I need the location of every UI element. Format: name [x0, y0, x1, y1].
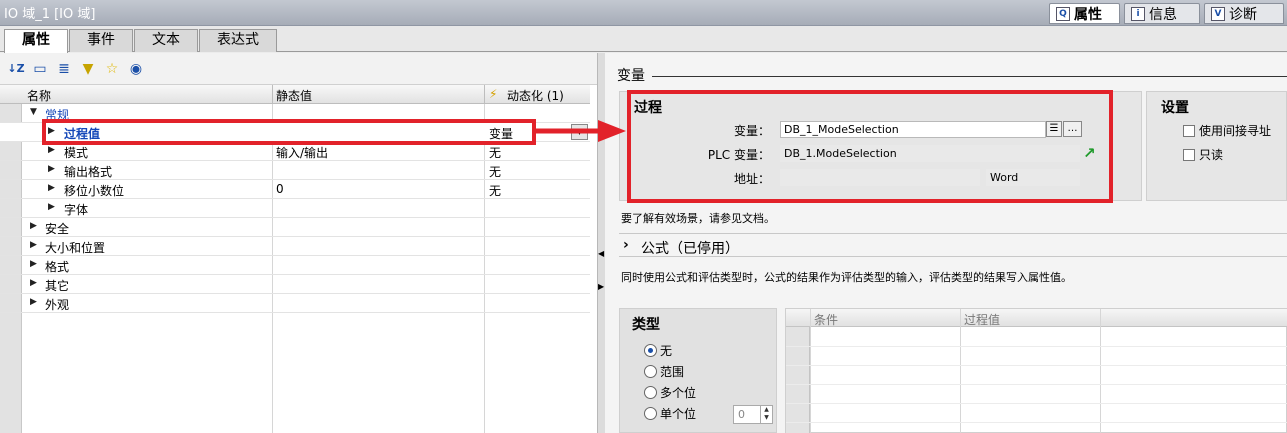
radio-multiple-bits[interactable]: 多个位: [644, 384, 696, 401]
dropdown-button[interactable]: ▼: [571, 124, 588, 140]
tab-texts[interactable]: 文本: [134, 29, 198, 52]
expand-arrow-icon[interactable]: ▶: [48, 164, 55, 174]
pane-splitter[interactable]: ◀ ▶: [597, 53, 605, 433]
condition-grid[interactable]: 条件 过程值: [785, 308, 1287, 433]
column-condition: 条件: [814, 313, 839, 327]
table-row[interactable]: ▶ 大小和位置: [0, 237, 590, 256]
radio-dot[interactable]: [644, 365, 657, 378]
main-tab-bar: 属性 事件 文本 表达式: [0, 26, 1287, 53]
type-header: 类型: [632, 317, 660, 333]
radio-dot[interactable]: [644, 386, 657, 399]
checkbox-box[interactable]: [1183, 148, 1195, 161]
section-title-tag: 变量: [617, 68, 645, 84]
inspector-tab-label: 诊断: [1229, 6, 1257, 23]
list-icon[interactable]: ≣: [55, 60, 73, 78]
inspector-tab-diagnostics[interactable]: V 诊断: [1204, 3, 1284, 24]
formula-section[interactable]: › 公式（已停用）: [619, 233, 1287, 257]
expand-right-icon[interactable]: ▶: [598, 282, 604, 291]
radio-single-bit[interactable]: 单个位: [644, 405, 696, 422]
highlight-frame-process-value: [42, 119, 536, 145]
expand-arrow-icon[interactable]: ▶: [48, 202, 55, 212]
read-only-checkbox[interactable]: 只读: [1183, 146, 1223, 163]
column-process-value: 过程值: [964, 313, 1001, 327]
table-row[interactable]: ▶ 移位小数位 0 无: [0, 180, 590, 199]
radio-range[interactable]: 范围: [644, 363, 684, 380]
table-row[interactable]: ▶ 外观: [0, 294, 590, 313]
filter-icon[interactable]: ▼: [79, 60, 97, 78]
highlight-frame-process: [627, 90, 1113, 203]
collapse-left-icon[interactable]: ◀: [598, 249, 604, 258]
property-table-header: 名称 静态值 ⚡ 动态化 (1): [0, 85, 590, 104]
indirect-addressing-checkbox[interactable]: 使用间接寻址: [1183, 122, 1271, 139]
evaluation-type-group: 类型 无 范围 多个位 单个位 0 ▲ ▼: [619, 308, 777, 433]
property-list-pane: ↓Z ▭ ≣ ▼ ☆ ◉ 名称 静态值 ⚡ 动态化 (1) ▼ 常规 ▶ 过程值…: [0, 53, 597, 433]
checkbox-box[interactable]: [1183, 124, 1195, 137]
info-icon: i: [1131, 6, 1145, 21]
radio-dot[interactable]: [644, 407, 657, 420]
condition-row-gutter: [786, 327, 810, 433]
diagnostics-icon: V: [1211, 6, 1225, 21]
title-bar: IO 域_1 [IO 域] Q 属性 i 信息 V 诊断: [0, 0, 1287, 26]
expand-arrow-icon[interactable]: ▶: [30, 259, 37, 269]
formula-note: 同时使用公式和评估类型时，公式的结果作为评估类型的输入，评估类型的结果写入属性值…: [621, 271, 1072, 284]
inspector-tab-info[interactable]: i 信息: [1124, 3, 1200, 24]
expand-arrow-icon[interactable]: ▶: [48, 145, 55, 155]
collapse-arrow-icon[interactable]: ▼: [30, 107, 37, 117]
sort-az-icon[interactable]: ↓Z: [7, 60, 25, 78]
radio-dot[interactable]: [644, 344, 657, 357]
expand-icon[interactable]: ▭: [31, 60, 49, 78]
spinner-arrows-icon[interactable]: ▲ ▼: [760, 406, 772, 423]
eye-icon[interactable]: ◉: [127, 60, 145, 78]
table-row[interactable]: ▶ 字体: [0, 199, 590, 218]
column-static-value: 静态值: [276, 89, 313, 103]
radio-none[interactable]: 无: [644, 342, 672, 359]
scenario-note: 要了解有效场景，请参见文档。: [621, 212, 775, 225]
chevron-right-icon[interactable]: ›: [623, 237, 629, 253]
column-dynamization: 动态化 (1): [507, 89, 564, 103]
tab-events[interactable]: 事件: [69, 29, 133, 52]
favorite-icon[interactable]: ☆: [103, 60, 121, 78]
expand-arrow-icon[interactable]: ▶: [30, 278, 37, 288]
table-row[interactable]: ▶ 格式: [0, 256, 590, 275]
tab-properties[interactable]: 属性: [4, 29, 68, 53]
formula-title: 公式（已停用）: [641, 241, 739, 257]
expand-arrow-icon[interactable]: ▶: [48, 183, 55, 193]
expand-arrow-icon[interactable]: ▶: [30, 297, 37, 307]
expand-arrow-icon[interactable]: ▶: [30, 240, 37, 250]
inspector-tab-label: 信息: [1149, 6, 1177, 23]
properties-icon: Q: [1056, 6, 1070, 21]
table-row[interactable]: ▶ 安全: [0, 218, 590, 237]
lightning-icon: ⚡: [489, 87, 498, 101]
inspector-tab-properties[interactable]: Q 属性: [1049, 3, 1120, 24]
bit-number-spinner[interactable]: 0 ▲ ▼: [733, 405, 773, 424]
table-row[interactable]: ▶ 输出格式 无: [0, 161, 590, 180]
inspector-tab-label: 属性: [1074, 6, 1102, 23]
tab-expressions[interactable]: 表达式: [199, 29, 277, 52]
window-title: IO 域_1 [IO 域]: [4, 7, 96, 22]
condition-grid-header: 条件 过程值: [786, 309, 1287, 327]
table-row[interactable]: ▶ 其它: [0, 275, 590, 294]
detail-pane: 变量 过程 变量： DB_1_ModeSelection ☰ … PLC 变量：…: [605, 53, 1287, 433]
settings-header: 设置: [1161, 100, 1189, 116]
settings-group: 设置 使用间接寻址 只读: [1146, 91, 1287, 201]
expand-arrow-icon[interactable]: ▶: [30, 221, 37, 231]
column-name: 名称: [27, 89, 52, 103]
property-toolbar: ↓Z ▭ ≣ ▼ ☆ ◉: [0, 53, 597, 85]
